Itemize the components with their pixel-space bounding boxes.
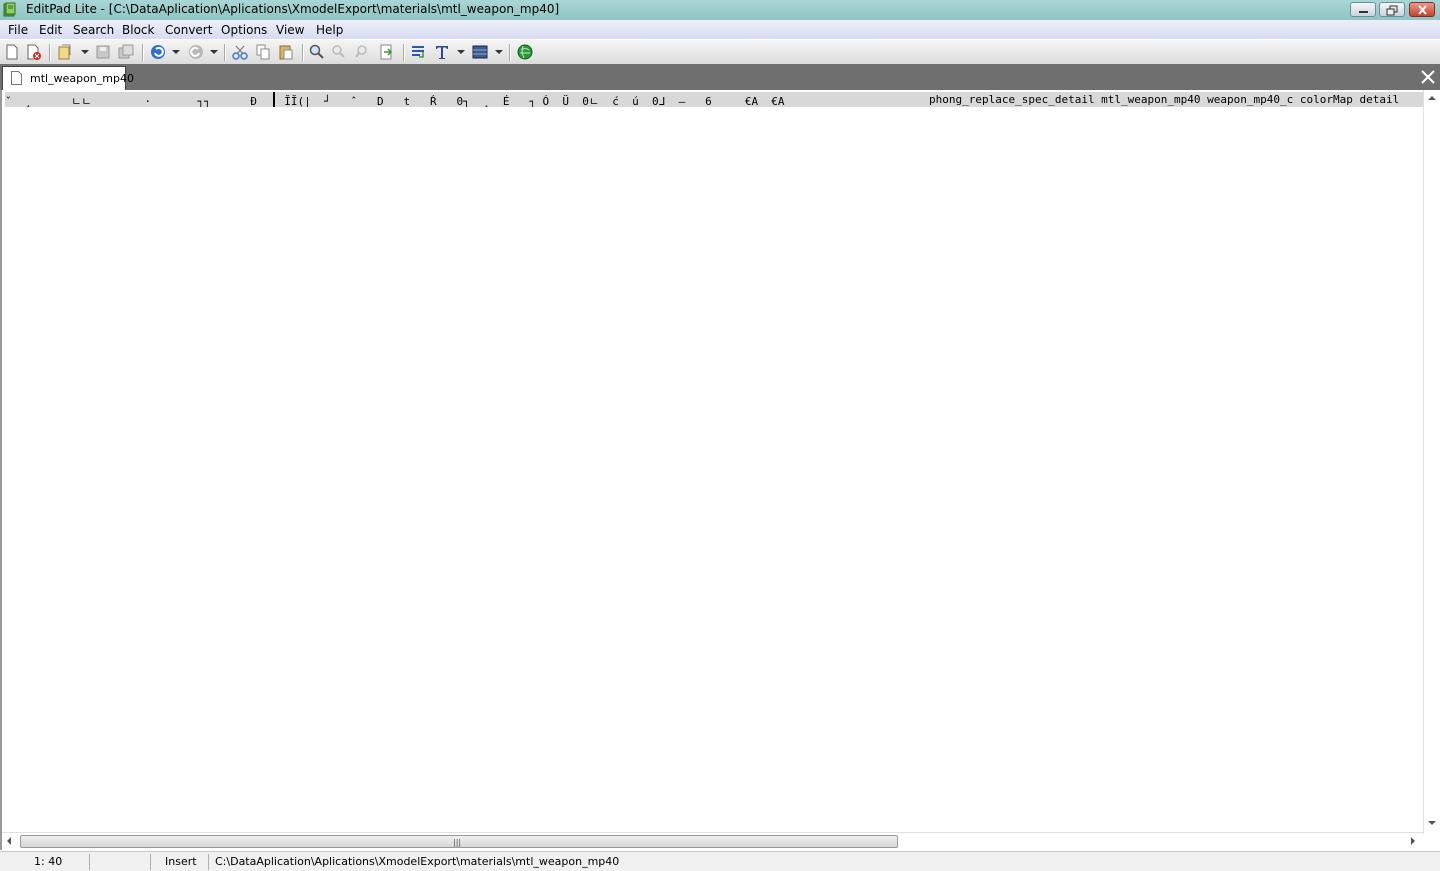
- redo-dropdown-arrow[interactable]: [210, 50, 218, 54]
- find-next-icon[interactable]: [331, 44, 347, 60]
- vertical-scrollbar[interactable]: [1423, 90, 1440, 834]
- new-file-icon[interactable]: [4, 44, 20, 60]
- find-previous-icon[interactable]: [354, 44, 370, 60]
- line1-head: ˇ ¸ ㄴㄴ · ┐┐ Ð: [5, 95, 258, 107]
- close-file-icon[interactable]: [26, 44, 42, 60]
- tab-mtl-weapon-mp40[interactable]: mtl_weapon_mp40: [2, 66, 134, 90]
- toolbar: [0, 40, 1440, 65]
- open-file-icon[interactable]: [57, 44, 73, 60]
- cursor-position: 1: 40: [34, 855, 63, 868]
- save-icon[interactable]: [95, 44, 111, 60]
- horizontal-scrollbar[interactable]: |||: [2, 832, 1423, 850]
- file-path: C:\DataAplication\Aplications\XmodelExpo…: [215, 855, 620, 868]
- status-bar: 1: 40 Insert C:\DataAplication\Aplicatio…: [0, 851, 1440, 871]
- status-divider: [208, 854, 209, 870]
- word-wrap-icon[interactable]: [410, 44, 426, 60]
- cut-icon[interactable]: [232, 44, 248, 60]
- horizontal-scroll-thumb[interactable]: |||: [20, 835, 898, 848]
- font-dropdown-arrow[interactable]: [457, 50, 465, 54]
- menu-file[interactable]: File: [8, 23, 28, 37]
- block-dropdown-arrow[interactable]: [495, 50, 503, 54]
- menu-edit[interactable]: Edit: [39, 23, 62, 37]
- text-caret: [273, 92, 275, 107]
- document-icon: [11, 71, 22, 85]
- toolbar-separator: [224, 44, 226, 61]
- menu-help[interactable]: Help: [316, 23, 343, 37]
- save-all-icon[interactable]: [118, 44, 134, 60]
- replace-icon[interactable]: [379, 44, 395, 60]
- undo-dropdown-arrow[interactable]: [172, 50, 180, 54]
- menu-block[interactable]: Block: [122, 23, 154, 37]
- tab-strip: mtl_weapon_mp40: [0, 64, 1440, 90]
- redo-icon[interactable]: [188, 44, 204, 60]
- title-bar: EditPad Lite - [C:\DataAplication\Aplica…: [0, 0, 1440, 21]
- grip-icon: |||: [453, 838, 462, 847]
- toolbar-separator: [142, 44, 144, 61]
- text-editor[interactable]: ˇ ¸ ㄴㄴ · ┐┐ Ð ĬĬ(| ┘ ˆ D t Ŕ 0┐ ¸ É ┐ Ó …: [0, 90, 1440, 850]
- tab-label: mtl_weapon_mp40: [30, 72, 134, 85]
- line1-mid: ĬĬ(| ┘ ˆ D t Ŕ 0┐ ¸ É ┐ Ó Ü 0ㄴ ć ú 0ᒧ – …: [271, 95, 785, 107]
- close-window-button[interactable]: [1409, 2, 1435, 17]
- block-icon[interactable]: [472, 44, 488, 60]
- window-title: EditPad Lite - [C:\DataAplication\Aplica…: [26, 2, 560, 16]
- web-icon[interactable]: [517, 44, 533, 60]
- close-tab-icon[interactable]: [1420, 69, 1436, 85]
- open-dropdown-arrow[interactable]: [81, 50, 89, 54]
- status-divider: [89, 854, 90, 870]
- menu-options[interactable]: Options: [221, 23, 267, 37]
- toolbar-separator: [509, 44, 511, 61]
- toolbar-separator: [302, 44, 304, 61]
- close-icon: [1418, 5, 1427, 15]
- font-icon[interactable]: [434, 44, 450, 60]
- scroll-right-arrow-icon[interactable]: [1411, 837, 1415, 845]
- insert-mode[interactable]: Insert: [165, 855, 197, 868]
- minimize-button[interactable]: [1350, 2, 1376, 17]
- editpad-app-icon[interactable]: [3, 2, 17, 17]
- scroll-down-arrow-icon[interactable]: [1428, 821, 1436, 825]
- restore-button[interactable]: [1379, 2, 1405, 17]
- scroll-left-arrow-icon[interactable]: [7, 837, 11, 845]
- paste-icon[interactable]: [278, 44, 294, 60]
- undo-icon[interactable]: [150, 44, 166, 60]
- status-divider: [150, 854, 151, 870]
- find-icon[interactable]: [309, 44, 325, 60]
- line1-binary-text: ˇ ¸ ㄴㄴ · ┐┐ Ð ĬĬ(| ┘ ˆ D t Ŕ 0┐ ¸ É ┐ Ó …: [5, 93, 785, 107]
- menu-search[interactable]: Search: [73, 23, 114, 37]
- menu-bar: File Edit Search Block Convert Options V…: [0, 20, 1440, 39]
- restore-icon: [1386, 5, 1398, 16]
- minimize-icon: [1359, 11, 1368, 13]
- line1-readable-text: phong_replace_spec_detail mtl_weapon_mp4…: [929, 93, 1400, 106]
- scroll-up-arrow-icon[interactable]: [1428, 96, 1436, 100]
- menu-view[interactable]: View: [276, 23, 304, 37]
- copy-icon[interactable]: [255, 44, 271, 60]
- toolbar-separator: [49, 44, 51, 61]
- current-line: ˇ ¸ ㄴㄴ · ┐┐ Ð ĬĬ(| ┘ ˆ D t Ŕ 0┐ ¸ É ┐ Ó …: [5, 92, 1424, 107]
- menu-convert[interactable]: Convert: [165, 23, 212, 37]
- toolbar-separator: [403, 44, 405, 61]
